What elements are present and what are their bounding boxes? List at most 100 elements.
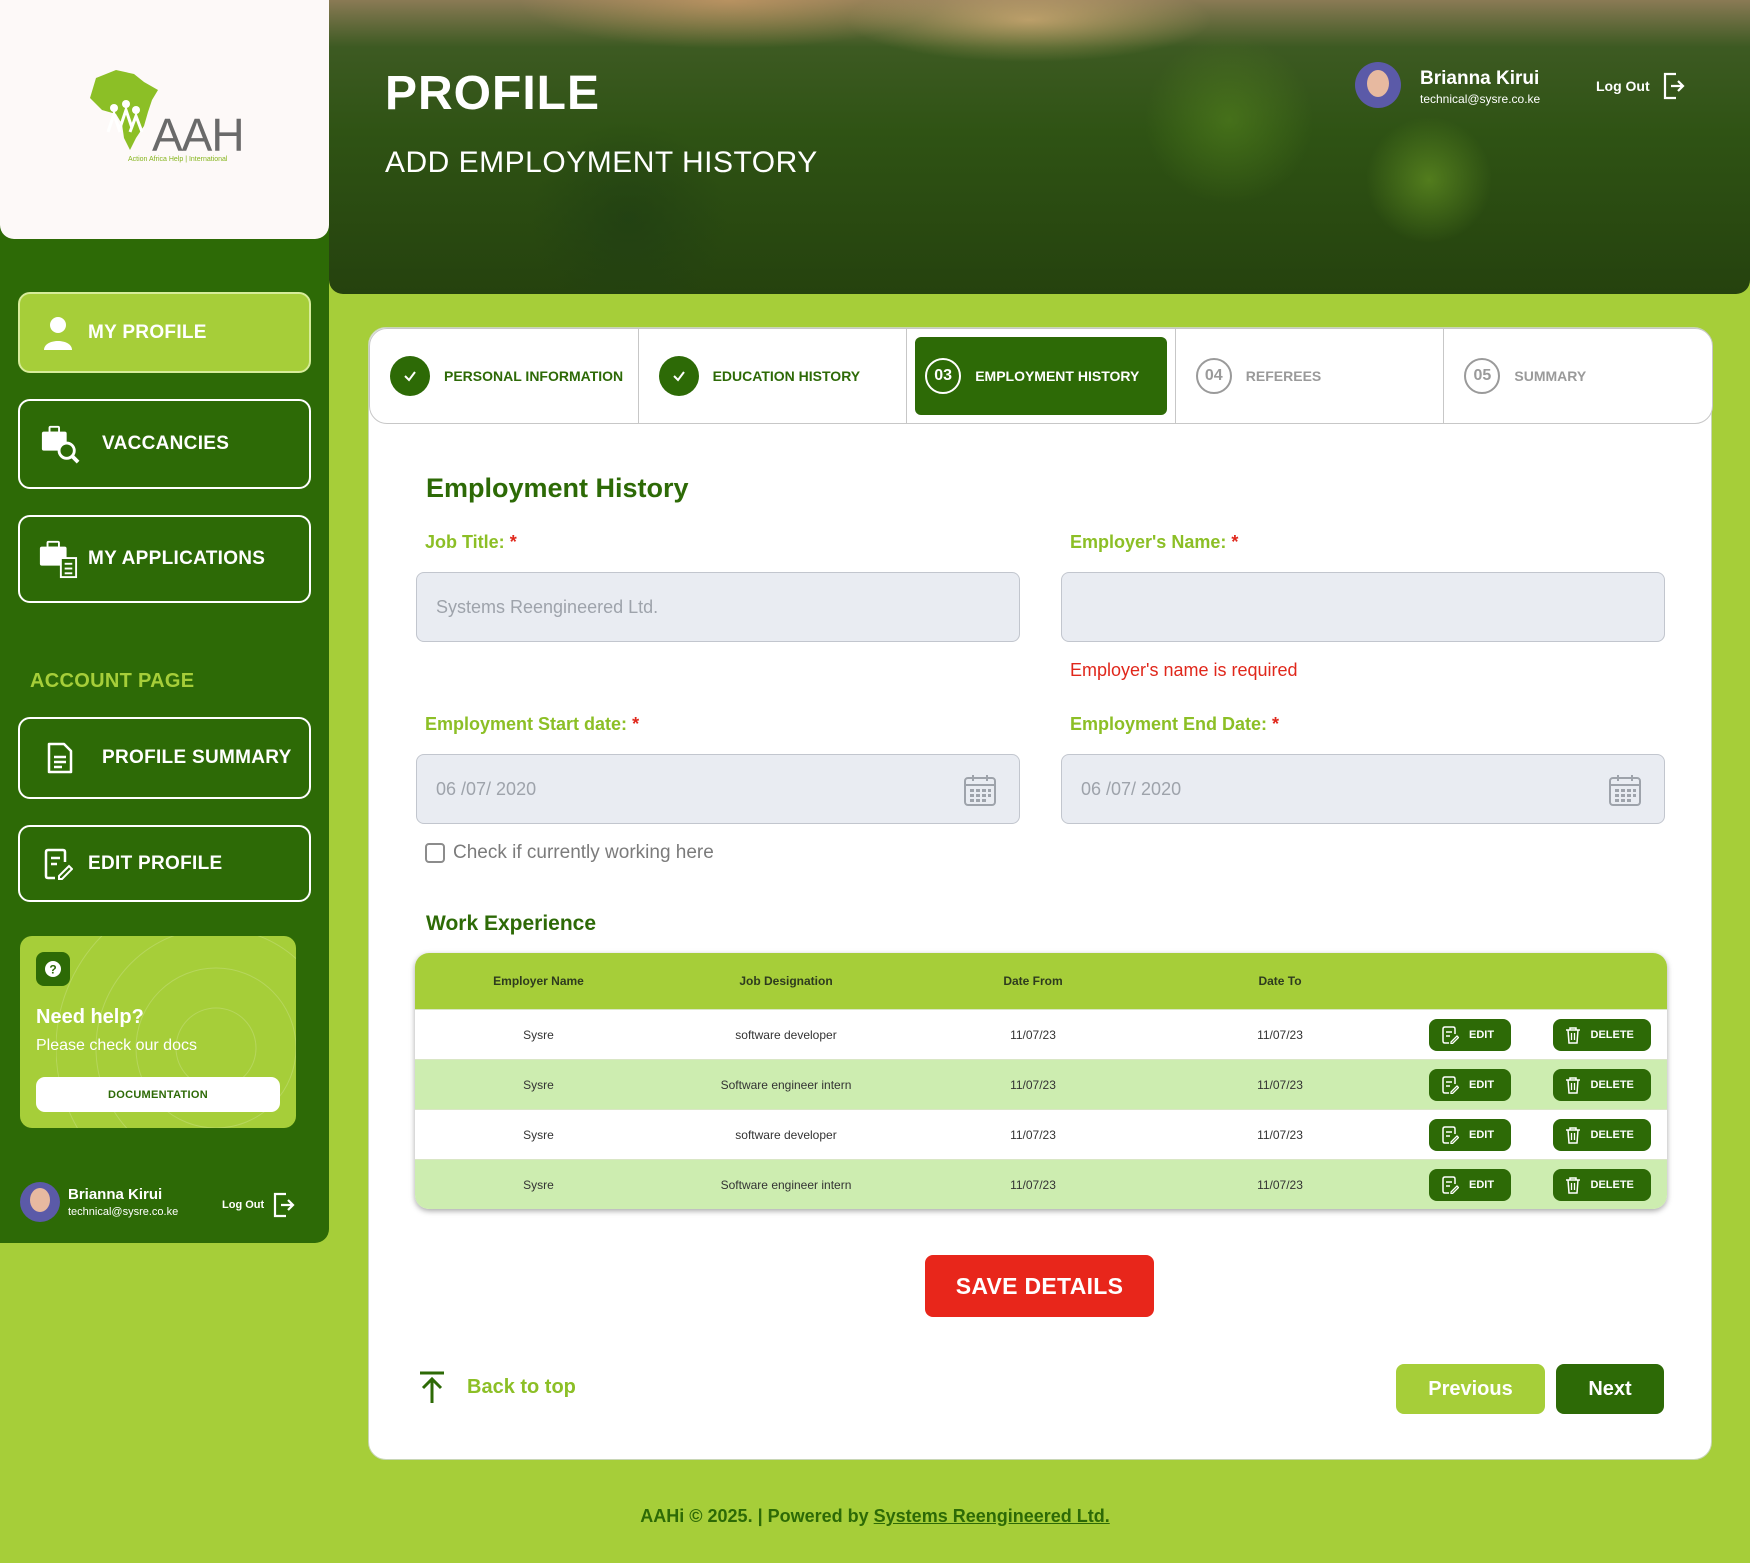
trash-icon	[1565, 1126, 1580, 1144]
avatar	[20, 1182, 60, 1222]
nav-my-profile[interactable]: MY PROFILE	[18, 292, 311, 373]
step-label: SUMMARY	[1514, 368, 1587, 384]
cell-date-from: 11/07/23	[1010, 1177, 1056, 1192]
step-label: REFEREES	[1245, 368, 1322, 384]
edit-label: EDIT	[1469, 1128, 1495, 1141]
nav-vaccancies[interactable]: VACCANCIES	[18, 399, 311, 489]
employer-name-label-text: Employer's Name:	[1070, 532, 1227, 552]
cell-designation: Software engineer intern	[720, 1177, 852, 1192]
footer-link[interactable]: Systems Reengineered Ltd.	[874, 1506, 1110, 1526]
check-icon	[390, 356, 430, 396]
documentation-button[interactable]: DOCUMENTATION	[36, 1077, 280, 1112]
calendar-icon[interactable]	[1608, 773, 1642, 807]
page-subtitle: ADD EMPLOYMENT HISTORY	[385, 146, 818, 179]
delete-button[interactable]: DELETE	[1552, 1168, 1651, 1201]
end-date-label: Employment End Date: *	[1070, 714, 1279, 735]
calendar-icon[interactable]	[963, 773, 997, 807]
delete-button[interactable]: DELETE	[1552, 1118, 1651, 1151]
nav-profile-summary-label: PROFILE SUMMARY	[102, 747, 292, 768]
nav-edit-profile[interactable]: EDIT PROFILE	[18, 825, 311, 902]
edit-button[interactable]: EDIT	[1429, 1018, 1511, 1051]
cell-designation: software developer	[735, 1027, 837, 1042]
previous-button[interactable]: Previous	[1396, 1364, 1545, 1414]
employer-name-input[interactable]	[1061, 572, 1665, 642]
sidebar-logout-label: Log Out	[222, 1199, 265, 1211]
help-card: ? Need help? Please check our docs DOCUM…	[20, 936, 296, 1128]
end-date-input[interactable]: 06 /07/ 2020	[1061, 754, 1665, 824]
edit-label: EDIT	[1469, 1078, 1495, 1091]
footer-text: AAHi © 2025. | Powered by	[640, 1506, 874, 1526]
col-date-to: Date To	[1258, 974, 1302, 988]
step-employment-history[interactable]: 03 EMPLOYMENT HISTORY	[907, 329, 1176, 423]
employer-name-label: Employer's Name: *	[1070, 532, 1238, 553]
nav-edit-profile-label: EDIT PROFILE	[88, 852, 223, 874]
delete-button[interactable]: DELETE	[1552, 1068, 1651, 1101]
sidebar-user-name: Brianna Kirui	[68, 1186, 163, 1203]
save-details-button[interactable]: SAVE DETAILS	[925, 1255, 1154, 1317]
start-date-label-text: Employment Start date:	[425, 714, 628, 734]
briefcase-search-icon	[40, 424, 80, 464]
aah-logo[interactable]: AAH Action Africa Help | International	[86, 68, 246, 178]
question-icon: ?	[36, 952, 70, 986]
table-row: Sysre software developer 11/07/23 11/07/…	[415, 1109, 1667, 1159]
col-employer-name: Employer Name	[493, 974, 584, 988]
step-number: 03	[925, 358, 962, 394]
job-title-input[interactable]: Systems Reengineered Ltd.	[416, 572, 1020, 642]
job-title-label: Job Title: *	[425, 532, 517, 553]
user-icon	[38, 313, 78, 353]
step-summary[interactable]: 05 SUMMARY	[1444, 329, 1712, 423]
cell-designation: software developer	[735, 1127, 837, 1142]
edit-button[interactable]: EDIT	[1429, 1118, 1511, 1151]
edit-button[interactable]: EDIT	[1429, 1068, 1511, 1101]
job-title-placeholder: Systems Reengineered Ltd.	[436, 596, 659, 617]
logo-panel: AAH Action Africa Help | International	[0, 0, 329, 239]
step-personal-information[interactable]: PERSONAL INFORMATION	[370, 329, 639, 423]
trash-icon	[1565, 1026, 1580, 1044]
arrow-up-icon	[420, 1371, 444, 1403]
logout-icon	[1663, 72, 1685, 100]
applications-icon	[38, 539, 78, 579]
table-row: Sysre software developer 11/07/23 11/07/…	[415, 1009, 1667, 1059]
document-icon	[40, 738, 80, 778]
edit-icon	[1442, 1125, 1459, 1144]
start-date-label: Employment Start date: *	[425, 714, 639, 735]
cell-employer: Sysre	[523, 1077, 554, 1092]
page-title: PROFILE	[385, 67, 601, 120]
section-title: Employment History	[426, 473, 689, 503]
svg-text:?: ?	[49, 963, 56, 977]
header-avatar	[1355, 62, 1401, 108]
start-date-input[interactable]: 06 /07/ 2020	[416, 754, 1020, 824]
next-button[interactable]: Next	[1556, 1364, 1664, 1414]
edit-label: EDIT	[1469, 1028, 1495, 1041]
header-logout-button[interactable]: Log Out	[1596, 72, 1686, 100]
cell-employer: Sysre	[523, 1027, 554, 1042]
sidebar-logout-button[interactable]: Log Out	[222, 1192, 296, 1218]
footer: AAHi © 2025. | Powered by Systems Reengi…	[0, 1506, 1750, 1527]
end-date-value: 06 /07/ 2020	[1081, 778, 1182, 799]
employer-name-error: Employer's name is required	[1070, 660, 1298, 680]
stepper: PERSONAL INFORMATION EDUCATION HISTORY 0…	[369, 328, 1713, 424]
edit-button[interactable]: EDIT	[1429, 1168, 1511, 1201]
col-job-designation: Job Designation	[739, 974, 833, 988]
step-referees[interactable]: 04 REFEREES	[1176, 329, 1445, 423]
step-number: 05	[1464, 358, 1501, 394]
nav-vaccancies-label: VACCANCIES	[102, 433, 230, 454]
table-header: Employer Name Job Designation Date From …	[415, 953, 1667, 1009]
step-education-history[interactable]: EDUCATION HISTORY	[639, 329, 908, 423]
required-mark: *	[1231, 532, 1239, 552]
logo-text: AAH	[152, 109, 245, 161]
edit-icon	[1442, 1075, 1459, 1094]
sidebar-user: Brianna Kirui technical@sysre.co.ke Log …	[20, 1182, 300, 1226]
header-logout-label: Log Out	[1596, 78, 1650, 94]
back-to-top-link[interactable]: Back to top	[417, 1370, 576, 1404]
nav-my-applications[interactable]: MY APPLICATIONS	[18, 515, 311, 603]
nav-profile-summary[interactable]: PROFILE SUMMARY	[18, 717, 311, 799]
currently-working-row[interactable]: Check if currently working here	[425, 842, 714, 864]
currently-working-checkbox[interactable]	[425, 843, 445, 863]
delete-button[interactable]: DELETE	[1552, 1018, 1651, 1051]
cell-date-to: 11/07/23	[1257, 1127, 1303, 1142]
edit-icon	[1442, 1025, 1459, 1044]
logo-tagline: Action Africa Help | International	[128, 156, 228, 163]
delete-label: DELETE	[1590, 1078, 1634, 1091]
col-date-from: Date From	[1003, 974, 1063, 988]
